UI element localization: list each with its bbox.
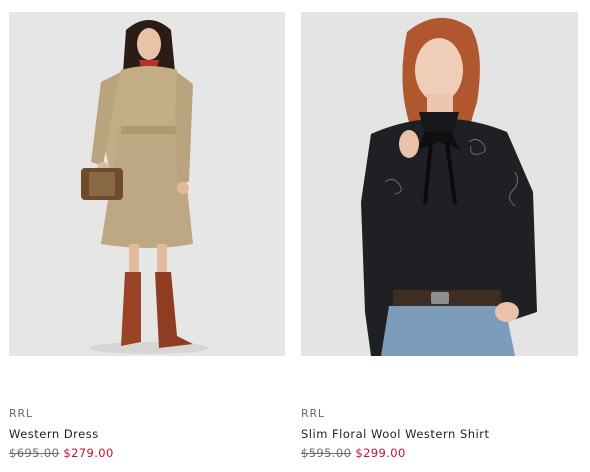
product-name[interactable]: Slim Floral Wool Western Shirt bbox=[301, 427, 578, 441]
product-price: $595.00 $299.00 bbox=[301, 446, 578, 460]
sale-price: $279.00 bbox=[63, 446, 114, 460]
product-image[interactable] bbox=[9, 12, 285, 356]
product-name[interactable]: Western Dress bbox=[9, 427, 285, 441]
original-price: $595.00 bbox=[301, 446, 352, 460]
shirt-model-illustration bbox=[301, 12, 578, 356]
sale-price: $299.00 bbox=[355, 446, 406, 460]
product-brand: RRL bbox=[301, 407, 325, 420]
product-price: $695.00 $279.00 bbox=[9, 446, 285, 460]
product-image[interactable] bbox=[301, 12, 578, 356]
product-brand: RRL bbox=[9, 407, 33, 420]
original-price: $695.00 bbox=[9, 446, 60, 460]
dress-model-illustration bbox=[9, 12, 285, 356]
product-info: RRL Western Dress $695.00 $279.00 bbox=[9, 407, 285, 460]
product-info: RRL Slim Floral Wool Western Shirt $595.… bbox=[301, 407, 578, 460]
product-grid: RRL Western Dress $695.00 $279.00 RRL Sl… bbox=[0, 0, 590, 472]
